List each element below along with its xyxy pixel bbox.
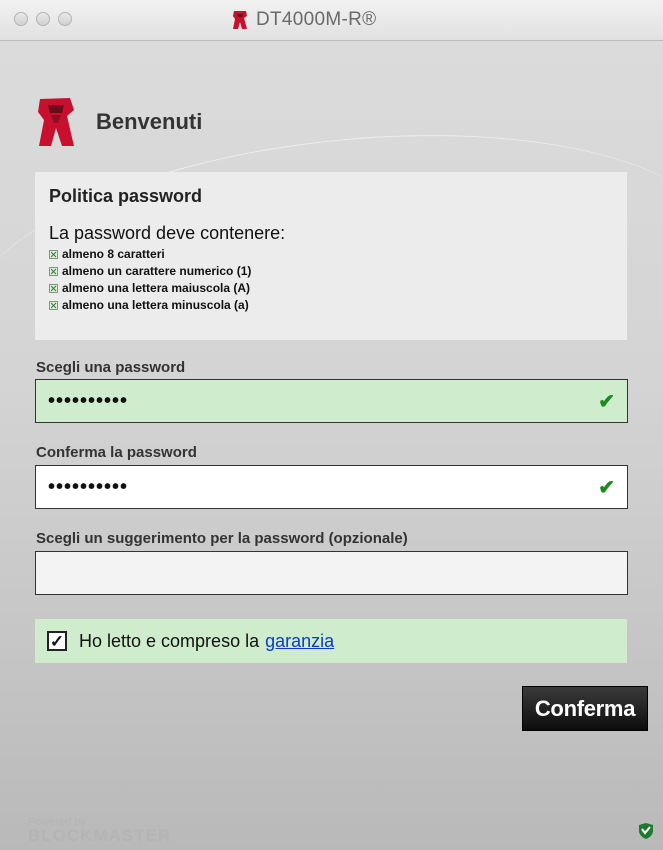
confirm-button[interactable]: Conferma: [522, 686, 648, 731]
policy-rule: almeno un carattere numerico (1): [49, 263, 613, 280]
hint-field[interactable]: [35, 551, 628, 595]
agreement-row: ✓ Ho letto e compreso la garanzia: [35, 619, 627, 663]
rule-check-icon: [49, 301, 58, 310]
minimize-window-button[interactable]: [36, 12, 50, 26]
rule-check-icon: [49, 284, 58, 293]
password-policy-panel: Politica password La password deve conte…: [35, 172, 627, 340]
hint-label: Scegli un suggerimento per la password (…: [36, 530, 408, 547]
close-window-button[interactable]: [14, 12, 28, 26]
policy-rule-text: almeno 8 caratteri: [62, 247, 165, 261]
powered-by-brand: BLOCKMASTER: [28, 826, 172, 845]
policy-lead: La password deve contenere:: [49, 223, 286, 243]
valid-check-icon: ✔: [598, 390, 615, 413]
window-title-group: DT4000M-R®: [232, 8, 376, 32]
valid-check-icon: ✔: [598, 476, 615, 499]
app-window: DT4000M-R® Benvenuti Politica password L…: [0, 0, 663, 850]
policy-rule: almeno 8 caratteri: [49, 246, 613, 263]
title-bar: DT4000M-R®: [0, 0, 663, 41]
kingston-logo-icon: [233, 11, 247, 29]
policy-rule: almeno una lettera maiuscola (A): [49, 280, 613, 297]
zoom-window-button[interactable]: [58, 12, 72, 26]
agreement-text: Ho letto e compreso la: [79, 630, 260, 651]
agreement-checkbox[interactable]: ✓: [47, 631, 67, 651]
welcome-title: Benvenuti: [96, 109, 203, 134]
policy-rule-text: almeno un carattere numerico (1): [62, 264, 252, 278]
shield-icon[interactable]: [637, 822, 655, 840]
policy-title: Politica password: [49, 186, 203, 206]
policy-rule-text: almeno una lettera minuscola (a): [62, 298, 249, 312]
warranty-link[interactable]: garanzia: [265, 631, 334, 652]
confirm-password-label: Conferma la password: [36, 444, 197, 461]
rule-check-icon: [49, 250, 58, 259]
password-label: Scegli una password: [36, 359, 186, 376]
confirm-password-value: ••••••••••: [48, 476, 129, 498]
rule-check-icon: [49, 267, 58, 276]
password-field[interactable]: •••••••••• ✔: [35, 379, 628, 423]
welcome-header: Benvenuti: [36, 96, 202, 148]
password-value: ••••••••••: [48, 390, 129, 412]
powered-by-logo: Powered by BLOCKMASTER: [28, 816, 171, 846]
kingston-logo-icon: [38, 98, 74, 146]
policy-rule-text: almeno una lettera maiuscola (A): [62, 281, 251, 295]
policy-rule: almeno una lettera minuscola (a): [49, 297, 613, 314]
window-title: DT4000M-R®: [256, 9, 377, 30]
confirm-password-field[interactable]: •••••••••• ✔: [35, 465, 628, 509]
